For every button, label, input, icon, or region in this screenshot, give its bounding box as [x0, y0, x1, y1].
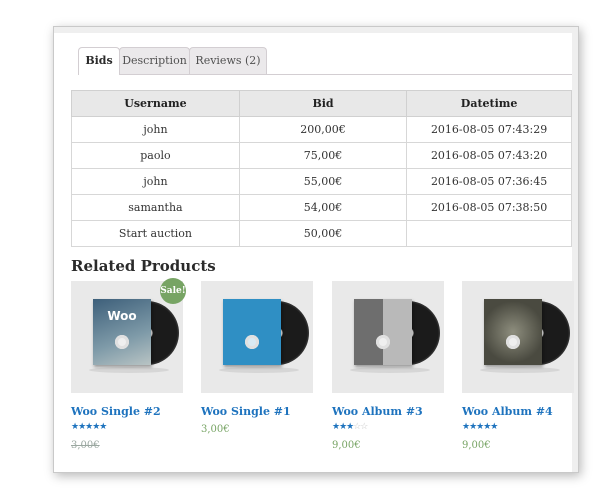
cell-datetime — [406, 220, 572, 247]
price: 9,00€ — [332, 440, 361, 451]
product-title-link[interactable]: Woo Album #3 — [332, 405, 444, 418]
price: 3,00€ — [201, 424, 230, 435]
cell-bid: 75,00€ — [238, 142, 408, 169]
album-sleeve: Woo — [93, 299, 151, 365]
star-icon: ★★★★★ — [462, 422, 498, 432]
cell-datetime: 2016-08-05 07:43:20 — [406, 142, 572, 169]
star-rating: ★★★★★ — [71, 422, 183, 432]
empty-star-icon: ☆☆ — [353, 422, 368, 432]
product-panel: Bids Description Reviews (2) Username Bi… — [53, 26, 579, 473]
product-title-link[interactable]: Woo Single #2 — [71, 405, 183, 418]
tab-bids[interactable]: Bids — [78, 47, 120, 75]
cell-bid: 55,00€ — [238, 168, 408, 195]
table-row: Start auction 50,00€ — [71, 220, 572, 247]
cell-username: john — [71, 168, 240, 195]
star-rating: ★★★☆☆ — [332, 422, 444, 432]
price: 3,00€ — [71, 440, 100, 451]
column-header-username: Username — [71, 90, 240, 117]
cell-bid: 54,00€ — [238, 194, 408, 221]
price: 9,00€ — [462, 440, 491, 451]
cell-bid: 50,00€ — [238, 220, 408, 247]
star-icon: ★★★★ — [71, 422, 100, 432]
cell-username: Start auction — [71, 220, 240, 247]
table-header-row: Username Bid Datetime — [71, 90, 572, 117]
cell-bid: 200,00€ — [238, 116, 408, 143]
product-card[interactable]: Woo Single #1 3,00€ — [201, 281, 313, 435]
cell-username: samantha — [71, 194, 240, 221]
album-sleeve — [484, 299, 542, 365]
cell-datetime: 2016-08-05 07:36:45 — [406, 168, 572, 195]
product-title-link[interactable]: Woo Album #4 — [462, 405, 574, 418]
sleeve-hole — [506, 335, 520, 349]
tab-reviews[interactable]: Reviews (2) — [189, 47, 267, 74]
table-row: john 55,00€ 2016-08-05 07:36:45 — [71, 168, 572, 195]
cell-datetime: 2016-08-05 07:38:50 — [406, 194, 572, 221]
table-row: john 200,00€ 2016-08-05 07:43:29 — [71, 116, 572, 143]
image-shadow — [480, 367, 560, 373]
half-star-icon: ★ — [99, 422, 107, 432]
column-header-bid: Bid — [238, 90, 408, 117]
sale-badge: Sale! — [160, 278, 186, 304]
tab-description[interactable]: Description — [119, 47, 190, 74]
image-shadow — [89, 367, 169, 373]
image-shadow — [219, 367, 299, 373]
cell-username: paolo — [71, 142, 240, 169]
related-products-heading: Related Products — [71, 257, 216, 275]
star-icon: ★★★ — [332, 422, 354, 432]
product-image[interactable] — [462, 281, 574, 393]
product-card[interactable]: Woo Album #3 ★★★☆☆ 9,00€ — [332, 281, 444, 451]
sleeve-hole — [115, 335, 129, 349]
sleeve-hole — [376, 335, 390, 349]
product-image[interactable] — [201, 281, 313, 393]
product-image[interactable] — [332, 281, 444, 393]
table-row: samantha 54,00€ 2016-08-05 07:38:50 — [71, 194, 572, 221]
album-sleeve — [354, 299, 412, 365]
product-tabs: Bids Description Reviews (2) — [78, 47, 572, 75]
star-rating: ★★★★★ — [462, 422, 574, 432]
cell-datetime: 2016-08-05 07:43:29 — [406, 116, 572, 143]
column-header-datetime: Datetime — [406, 90, 572, 117]
sleeve-text: Woo — [107, 309, 137, 323]
product-card[interactable]: Woo Album #4 ★★★★★ 9,00€ — [462, 281, 574, 451]
product-card[interactable]: Woo Sale! Woo Single #2 ★★★★★ 3,00€ — [71, 278, 186, 451]
cell-username: john — [71, 116, 240, 143]
bids-table: Username Bid Datetime john 200,00€ 2016-… — [71, 90, 572, 247]
panel-top-border — [54, 27, 578, 33]
product-title-link[interactable]: Woo Single #1 — [201, 405, 313, 418]
image-shadow — [350, 367, 430, 373]
sleeve-hole — [245, 335, 259, 349]
table-row: paolo 75,00€ 2016-08-05 07:43:20 — [71, 142, 572, 169]
album-sleeve — [223, 299, 281, 365]
